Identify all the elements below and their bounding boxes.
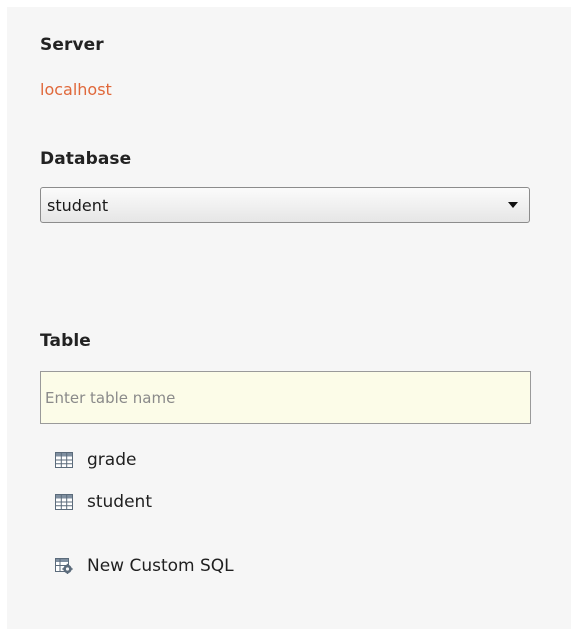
table-icon [55, 452, 73, 468]
database-select-value: student [47, 196, 109, 215]
database-heading: Database [40, 149, 132, 169]
connection-panel: Server localhost Database student Table … [7, 7, 571, 629]
chevron-down-icon [508, 202, 518, 208]
server-value: localhost [40, 80, 112, 99]
table-item-student[interactable]: student [55, 489, 152, 515]
table-item-label: grade [87, 450, 137, 470]
server-heading: Server [40, 35, 104, 55]
new-custom-sql-label: New Custom SQL [87, 556, 234, 576]
table-item-label: student [87, 492, 152, 512]
new-custom-sql-item[interactable]: New Custom SQL [55, 553, 234, 579]
table-heading: Table [40, 331, 91, 351]
database-select[interactable]: student [40, 187, 530, 223]
table-item-grade[interactable]: grade [55, 447, 136, 473]
table-search-input[interactable] [40, 371, 531, 424]
table-icon [55, 494, 73, 510]
custom-sql-icon [55, 558, 73, 574]
